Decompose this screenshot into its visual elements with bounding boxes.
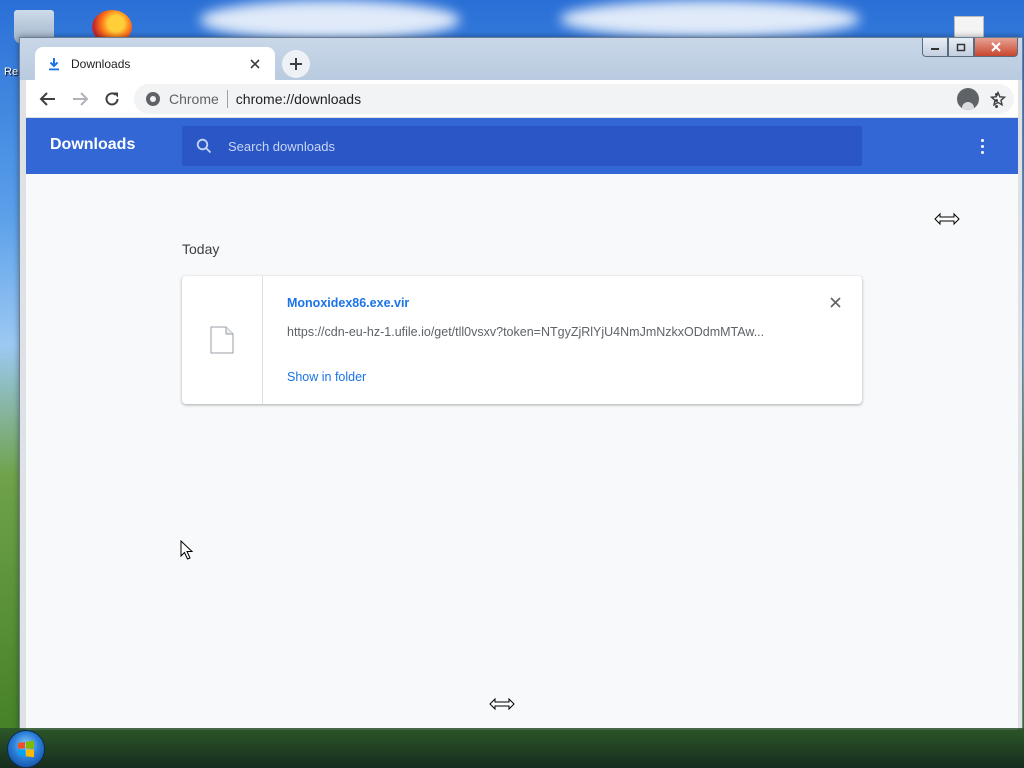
more-vert-dot [994,104,998,108]
maximize-button[interactable] [948,38,974,57]
file-url[interactable]: https://cdn-eu-hz-1.ufile.io/get/tll0vsx… [287,325,787,339]
download-icon [47,57,61,71]
show-in-folder-link[interactable]: Show in folder [287,370,366,384]
page-title: Downloads [50,136,136,153]
close-icon [250,58,260,69]
reload-button[interactable] [96,83,128,115]
plus-icon [290,58,302,70]
tab-downloads[interactable]: Downloads [35,47,275,80]
downloads-page: Downloads Today Monoxidex86.exe.vir [26,118,1018,730]
cloud [200,0,460,40]
profile-avatar-icon[interactable] [957,88,979,110]
taskbar [0,728,1024,768]
search-input[interactable] [228,138,828,154]
browser-menu-button[interactable] [984,88,1008,112]
close-icon [829,296,841,308]
more-vert-dot [980,150,984,154]
search-icon [196,138,212,154]
more-vert-dot [994,98,998,102]
resize-cursor-icon [934,212,960,226]
minimize-icon [931,48,939,50]
search-box[interactable] [182,126,862,166]
resize-cursor-icon [489,697,515,711]
forward-button[interactable] [64,83,96,115]
mouse-pointer-icon [180,540,194,560]
chrome-icon [146,92,160,106]
start-button[interactable] [7,730,45,768]
more-vert-dot [980,144,984,148]
remove-download-button[interactable] [826,293,844,311]
downloads-menu-button[interactable] [970,134,994,158]
tab-title: Downloads [71,56,131,71]
back-button[interactable] [32,83,64,115]
downloads-header: Downloads [26,118,1018,174]
arrow-right-icon [73,91,89,106]
windows-logo-icon [18,740,34,758]
close-icon [991,42,1001,52]
window-controls [922,38,1018,57]
minimize-button[interactable] [922,38,948,57]
more-vert-icon [980,138,984,142]
download-item: Monoxidex86.exe.vir https://cdn-eu-hz-1.… [182,276,862,404]
site-chip-label: Chrome [169,91,219,107]
download-details: Monoxidex86.exe.vir https://cdn-eu-hz-1.… [263,276,862,404]
url-text[interactable]: chrome://downloads [236,91,361,107]
omnibox-divider [226,90,228,108]
file-icon [210,326,234,354]
arrow-left-icon [39,91,55,106]
browser-window: Downloads Chrome chrome://downloads Down… [19,37,1023,730]
reload-icon [105,91,119,105]
more-vert-icon [994,92,998,96]
tab-close-button[interactable] [247,56,263,72]
file-name-link[interactable]: Monoxidex86.exe.vir [287,296,409,310]
cloud [560,0,860,38]
date-header: Today [182,241,220,257]
restore-icon [956,43,966,52]
browser-toolbar: Chrome chrome://downloads [26,80,1018,118]
recycle-bin-label: Re [4,66,19,78]
new-tab-button[interactable] [282,50,310,78]
close-window-button[interactable] [974,38,1018,57]
address-bar[interactable]: Chrome chrome://downloads [134,84,1014,114]
file-icon-area [182,276,263,404]
